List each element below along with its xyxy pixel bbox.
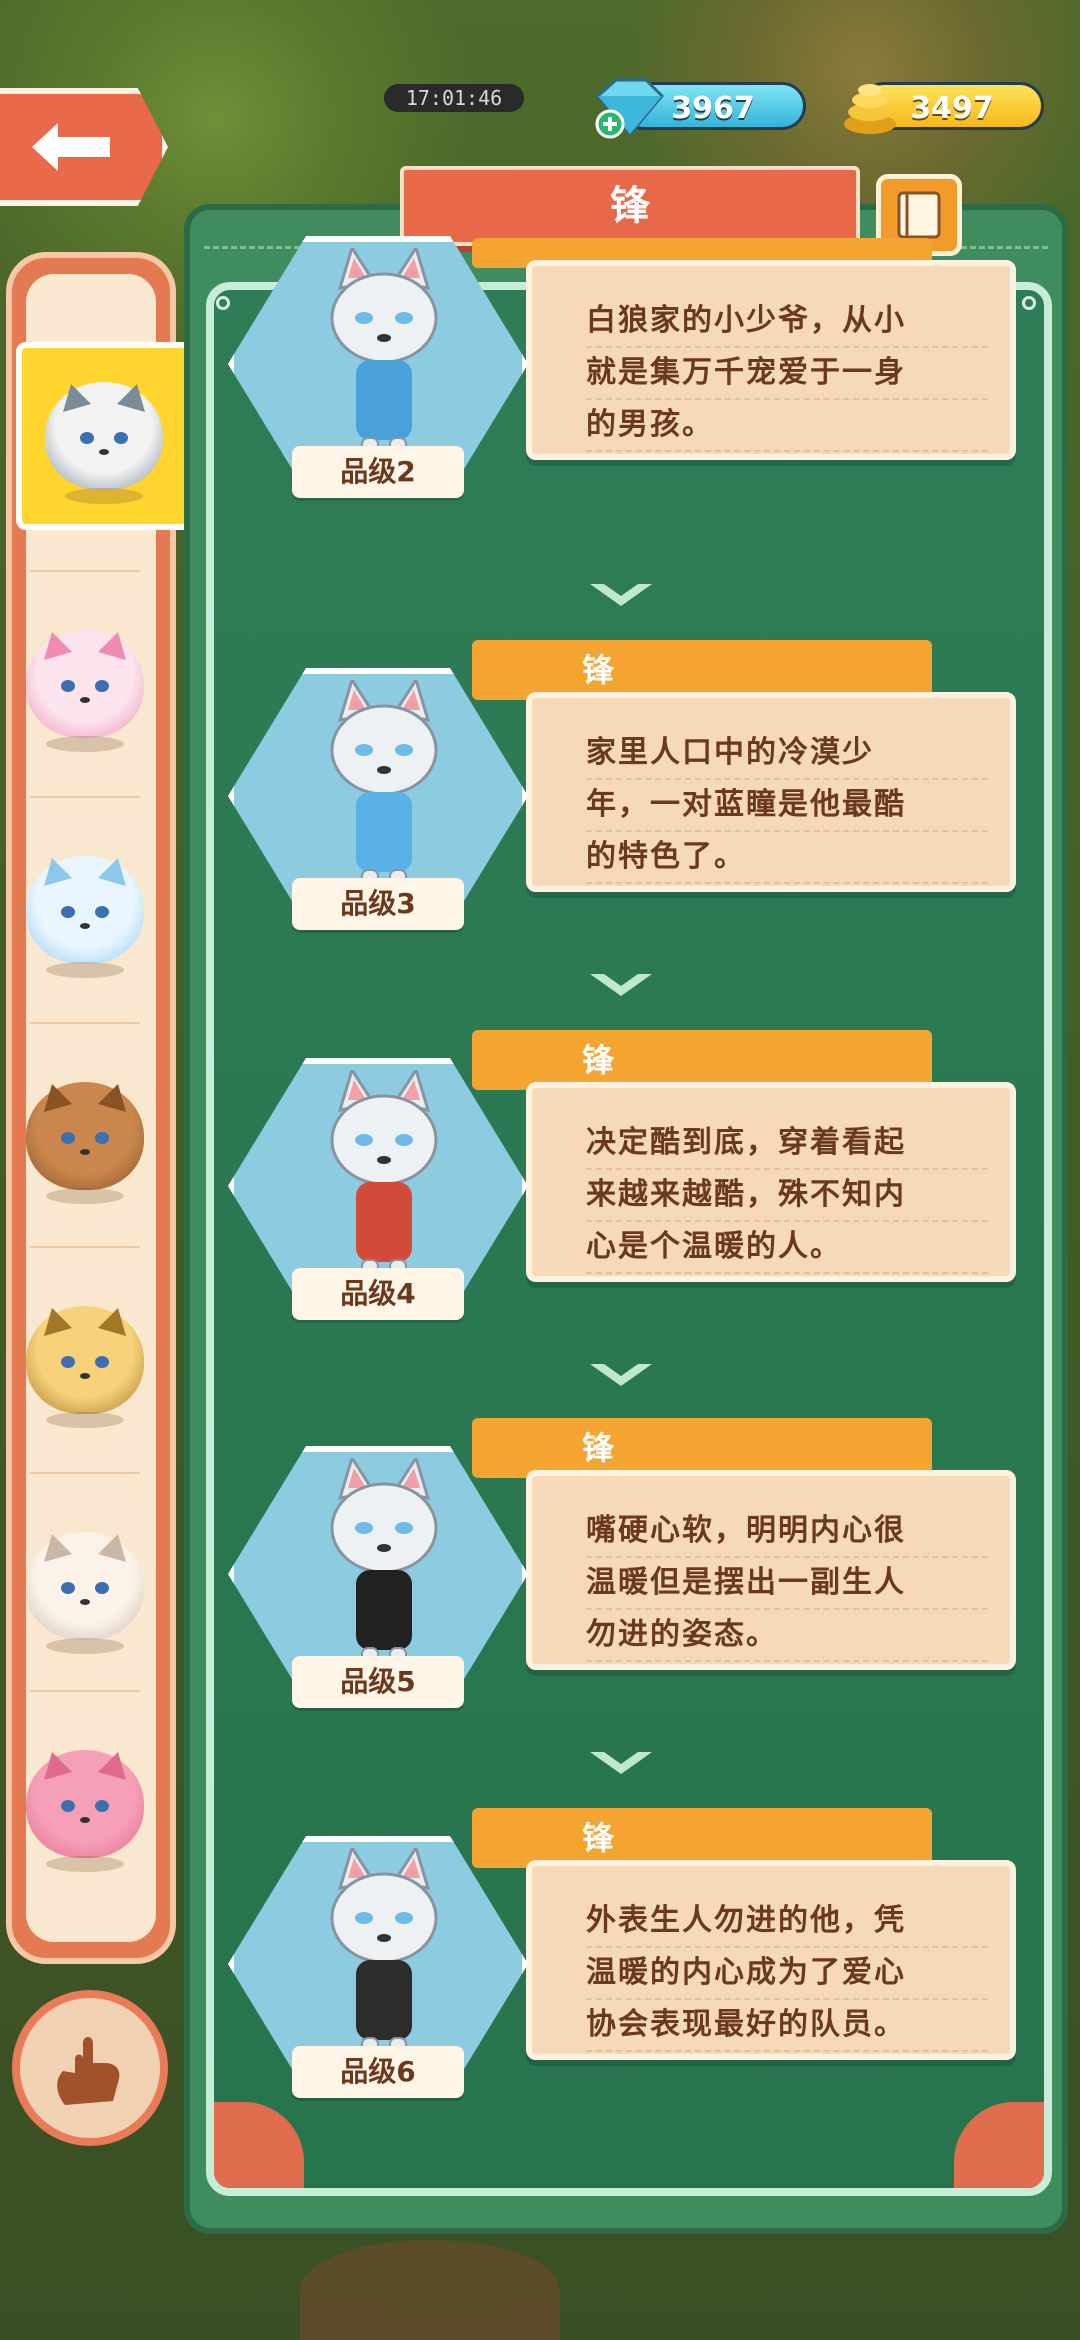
description-line: 嘴硬心软，明明内心很 <box>586 1506 988 1558</box>
chevron-down-icon <box>586 970 656 1000</box>
coins-value: 3497 <box>910 91 994 126</box>
pet-slot-owl[interactable] <box>14 1052 156 1220</box>
description-line: 决定酷到底，穿着看起 <box>586 1118 988 1170</box>
grade-label: 品级5 <box>292 1656 464 1708</box>
description-line: 心是个温暖的人。 <box>586 1222 988 1274</box>
entry-description-card: 外表生人勿进的他，凭 温暖的内心成为了爱心 协会表现最好的队员。 <box>526 1860 1016 2060</box>
entry-description: 外表生人勿进的他，凭 温暖的内心成为了爱心 协会表现最好的队员。 <box>586 1896 988 2052</box>
wolf-avatar-icon <box>45 382 163 504</box>
grade-label: 品级6 <box>292 2046 464 2098</box>
chevron-down-icon <box>586 1748 656 1778</box>
gem-add-icon[interactable] <box>588 74 668 140</box>
pet-shadow <box>46 1188 124 1204</box>
corner-decoration <box>954 2102 1044 2188</box>
grade-entry: 锋决定酷到底，穿着看起 来越来越酷，殊不知内 心是个温暖的人。品级4 <box>226 1030 1016 1330</box>
pet-slot-white-fox[interactable] <box>14 826 156 994</box>
entry-name-ribbon: 锋 <box>472 1030 932 1090</box>
description-line: 来越来越酷，殊不知内 <box>586 1170 988 1222</box>
entry-description: 决定酷到底，穿着看起 来越来越酷，殊不知内 心是个温暖的人。 <box>586 1118 988 1274</box>
grade-label: 品级3 <box>292 878 464 930</box>
description-line: 的男孩。 <box>586 400 988 452</box>
entry-description-card: 家里人口中的冷漠少 年，一对蓝瞳是他最酷 的特色了。 <box>526 692 1016 892</box>
description-line: 协会表现最好的队员。 <box>586 2000 988 2052</box>
back-button[interactable] <box>0 88 168 206</box>
entry-description-card: 白狼家的小少爷，从小 就是集万千宠爱于一身 的男孩。 <box>526 260 1016 460</box>
pink-sheep-avatar-icon <box>26 1750 144 1872</box>
rivet <box>1022 296 1036 310</box>
description-line: 年，一对蓝瞳是他最酷 <box>586 780 988 832</box>
sidebar-divider <box>30 1246 140 1248</box>
entry-description: 嘴硬心软，明明内心很 温暖但是摆出一副生人 勿进的姿态。 <box>586 1506 988 1662</box>
description-line: 温暖的内心成为了爱心 <box>586 1948 988 2000</box>
chevron-down-icon <box>586 580 656 610</box>
pet-shadow <box>65 488 143 504</box>
corner-decoration <box>214 2102 304 2188</box>
description-line: 外表生人勿进的他，凭 <box>586 1896 988 1948</box>
owl-avatar-icon <box>26 1082 144 1204</box>
pet-shadow <box>46 1856 124 1872</box>
pet-slot-leopard[interactable] <box>14 1276 156 1444</box>
hand-pointer-icon <box>57 2037 120 2105</box>
pet-shadow <box>46 1412 124 1428</box>
pet-slot-pink-sheep[interactable] <box>14 1720 156 1888</box>
sidebar-divider <box>30 1022 140 1024</box>
pet-shadow <box>46 962 124 978</box>
leopard-avatar-icon <box>26 1306 144 1428</box>
white-fox-avatar-icon <box>26 856 144 978</box>
grade-label: 品级2 <box>292 446 464 498</box>
entry-description: 白狼家的小少爷，从小 就是集万千宠爱于一身 的男孩。 <box>586 296 988 452</box>
back-arrow-icon <box>32 123 110 171</box>
polar-bear-avatar-icon <box>26 1532 144 1654</box>
gesture-button[interactable] <box>12 1990 168 2146</box>
description-line: 勿进的姿态。 <box>586 1610 988 1662</box>
entry-description-card: 嘴硬心软，明明内心很 温暖但是摆出一副生人 勿进的姿态。 <box>526 1470 1016 1670</box>
clock: 17:01:46 <box>384 84 524 112</box>
gold-stack-icon <box>844 84 896 134</box>
clock-text: 17:01:46 <box>405 86 503 110</box>
pet-shadow <box>46 1638 124 1654</box>
pink-cat-avatar-icon <box>26 630 144 752</box>
description-line: 的特色了。 <box>586 832 988 884</box>
description-line: 白狼家的小少爷，从小 <box>586 296 988 348</box>
chevron-down-icon <box>586 1360 656 1390</box>
pet-slot-pink-cat[interactable] <box>14 600 156 768</box>
sidebar-divider <box>30 796 140 798</box>
entry-name-ribbon: 锋 <box>472 1418 932 1478</box>
description-line: 温暖但是摆出一副生人 <box>586 1558 988 1610</box>
pet-slot-polar-bear[interactable] <box>14 1502 156 1670</box>
entry-description: 家里人口中的冷漠少 年，一对蓝瞳是他最酷 的特色了。 <box>586 728 988 884</box>
pet-shadow <box>46 736 124 752</box>
sidebar-divider <box>30 570 140 572</box>
grade-entry: 锋白狼家的小少爷，从小就是集万千宠爱于一身的男孩。品级2 <box>226 208 1016 508</box>
sidebar-divider <box>30 1690 140 1692</box>
background-decoration <box>300 2240 560 2340</box>
grade-entry: 锋外表生人勿进的他，凭 温暖的内心成为了爱心 协会表现最好的队员。品级6 <box>226 1808 1016 2108</box>
pet-slot-wolf[interactable] <box>16 342 192 530</box>
entry-name-ribbon: 锋 <box>472 1808 932 1868</box>
grade-label: 品级4 <box>292 1268 464 1320</box>
grade-entry: 锋嘴硬心软，明明内心很 温暖但是摆出一副生人 勿进的姿态。品级5 <box>226 1418 1016 1718</box>
entry-description-card: 决定酷到底，穿着看起 来越来越酷，殊不知内 心是个温暖的人。 <box>526 1082 1016 1282</box>
entry-name-ribbon: 锋 <box>472 640 932 700</box>
description-line: 就是集万千宠爱于一身 <box>586 348 988 400</box>
sidebar-divider <box>30 1472 140 1474</box>
grade-entry: 锋家里人口中的冷漠少 年，一对蓝瞳是他最酷 的特色了。品级3 <box>226 640 1016 940</box>
description-line: 家里人口中的冷漠少 <box>586 728 988 780</box>
gems-value: 3967 <box>671 91 755 126</box>
